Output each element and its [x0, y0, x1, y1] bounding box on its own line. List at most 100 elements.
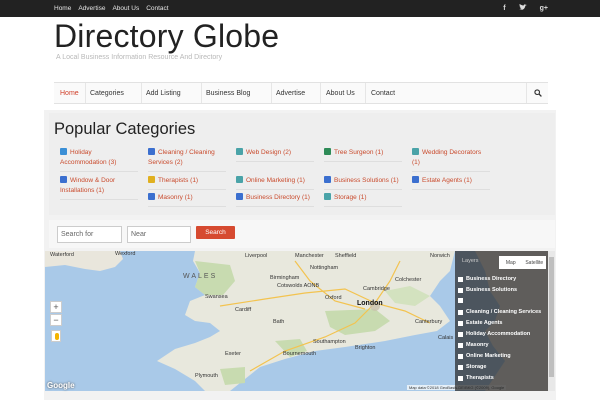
layer-unlabeled[interactable] — [458, 298, 466, 303]
zoom-out-button[interactable]: − — [50, 314, 62, 326]
category-masonry[interactable]: Masonry (1) — [148, 193, 226, 207]
layer-label: Estate Agents — [466, 320, 503, 326]
category-label: Therapists (1) — [158, 177, 199, 184]
place-calais: Calais — [438, 335, 454, 341]
search-for-input[interactable]: Search for — [57, 226, 122, 243]
category-label: Holiday Accommodation (3) — [60, 149, 117, 166]
directory-icon — [236, 193, 243, 200]
category-estate-agents[interactable]: Estate Agents (1) — [412, 176, 490, 190]
category-label: Web Design (2) — [246, 149, 292, 156]
category-cleaning[interactable]: Cleaning / Cleaning Services (2) — [148, 148, 226, 172]
layers-title: Layers — [462, 258, 479, 264]
checkbox-icon[interactable] — [458, 342, 463, 348]
top-link-about[interactable]: About Us — [112, 5, 139, 12]
checkbox-icon[interactable] — [458, 320, 463, 326]
nav-item-about-us[interactable]: About Us — [321, 83, 366, 103]
category-window-door[interactable]: Window & Door Installations (1) — [60, 176, 138, 200]
category-label: Online Marketing (1) — [246, 177, 305, 184]
layer-business-directory[interactable]: Business Directory — [458, 276, 516, 282]
place-norwich: Norwich — [430, 253, 450, 259]
google-logo: Google — [47, 381, 75, 390]
top-link-contact[interactable]: Contact — [146, 5, 168, 12]
place-cotswolds: Cotswolds AONB — [277, 283, 320, 289]
layer-business-solutions[interactable]: Business Solutions — [458, 287, 517, 293]
layer-label: Therapists — [466, 375, 494, 381]
place-liverpool: Liverpool — [245, 253, 268, 259]
nav-item-business-blog[interactable]: Business Blog — [202, 83, 272, 103]
place-oxford: Oxford — [325, 295, 342, 301]
street-view-pegman[interactable] — [51, 330, 61, 342]
monitor-icon — [236, 148, 243, 155]
layer-cleaning[interactable]: Cleaning / Cleaning Services — [458, 309, 541, 315]
map-type-map[interactable]: Map — [499, 256, 523, 269]
checkbox-icon[interactable] — [458, 331, 463, 337]
checkbox-icon[interactable] — [458, 287, 463, 293]
layer-online-marketing[interactable]: Online Marketing — [458, 353, 511, 359]
place-manchester: Manchester — [295, 253, 324, 259]
place-bournemouth: Bournemouth — [283, 351, 317, 357]
facebook-icon[interactable]: f — [503, 5, 505, 12]
house-icon — [412, 176, 419, 183]
category-label: Wedding Decorators (1) — [412, 149, 482, 166]
nav-item-add-listing[interactable]: Add Listing — [142, 83, 202, 103]
category-label: Business Solutions (1) — [334, 177, 399, 184]
category-holiday-accommodation[interactable]: Holiday Accommodation (3) — [60, 148, 138, 172]
nav-item-contact[interactable]: Contact — [366, 83, 406, 103]
box-icon — [324, 193, 331, 200]
place-canterbury: Canterbury — [415, 319, 443, 325]
window-icon — [60, 176, 67, 183]
category-therapists[interactable]: Therapists (1) — [148, 176, 226, 190]
category-business-solutions[interactable]: Business Solutions (1) — [324, 176, 402, 190]
checkbox-icon[interactable] — [458, 309, 463, 315]
place-london: London — [357, 300, 383, 307]
nav-item-categories[interactable]: Categories — [86, 83, 142, 103]
place-bath: Bath — [273, 319, 285, 325]
category-label: Storage (1) — [334, 194, 367, 201]
category-business-directory[interactable]: Business Directory (1) — [236, 193, 314, 207]
site-title[interactable]: Directory Globe — [54, 18, 279, 55]
social-links: f g+ — [490, 0, 548, 17]
checkbox-icon[interactable] — [458, 353, 463, 359]
place-waterford: Waterford — [50, 252, 74, 258]
layer-label: Online Marketing — [466, 353, 511, 359]
search-row — [49, 220, 555, 248]
layer-storage[interactable]: Storage — [458, 364, 486, 370]
layer-masonry[interactable]: Masonry — [458, 342, 489, 348]
category-label: Masonry (1) — [158, 194, 193, 201]
search-near-input[interactable]: Near — [127, 226, 191, 243]
twitter-icon[interactable] — [518, 4, 527, 13]
category-storage[interactable]: Storage (1) — [324, 193, 402, 207]
search-button[interactable]: Search — [196, 226, 235, 239]
map-type-control: Map Satellite — [499, 256, 546, 269]
map-type-satellite[interactable]: Satellite — [523, 256, 547, 269]
tree-icon — [324, 148, 331, 155]
briefcase-icon — [324, 176, 331, 183]
category-wedding-decorators[interactable]: Wedding Decorators (1) — [412, 148, 490, 172]
google-plus-icon[interactable]: g+ — [540, 5, 548, 12]
zoom-in-button[interactable]: + — [50, 301, 62, 313]
category-tree-surgeon[interactable]: Tree Surgeon (1) — [324, 148, 402, 162]
top-link-advertise[interactable]: Advertise — [78, 5, 105, 12]
nav-item-home[interactable]: Home — [54, 83, 86, 103]
place-cardiff: Cardiff — [235, 307, 252, 313]
checkbox-icon[interactable] — [458, 375, 463, 381]
category-online-marketing[interactable]: Online Marketing (1) — [236, 176, 314, 190]
checkbox-icon[interactable] — [458, 364, 463, 370]
scrollbar-thumb[interactable] — [549, 257, 554, 377]
layer-therapists[interactable]: Therapists — [458, 375, 494, 381]
bed-icon — [60, 148, 67, 155]
place-birmingham: Birmingham — [270, 275, 300, 281]
categories-title: Popular Categories — [54, 120, 196, 138]
layer-holiday-accommodation[interactable]: Holiday Accommodation — [458, 331, 530, 337]
checkbox-icon[interactable] — [458, 298, 463, 303]
nav-search-button[interactable] — [526, 83, 548, 103]
category-web-design[interactable]: Web Design (2) — [236, 148, 314, 162]
layers-scrollbar[interactable] — [548, 251, 555, 391]
broom-icon — [148, 148, 155, 155]
nav-item-advertise[interactable]: Advertise — [272, 83, 321, 103]
category-label: Cleaning / Cleaning Services (2) — [148, 149, 215, 166]
place-exeter: Exeter — [225, 351, 241, 357]
checkbox-icon[interactable] — [458, 276, 463, 282]
top-link-home[interactable]: Home — [54, 5, 71, 12]
layer-estate-agents[interactable]: Estate Agents — [458, 320, 502, 326]
